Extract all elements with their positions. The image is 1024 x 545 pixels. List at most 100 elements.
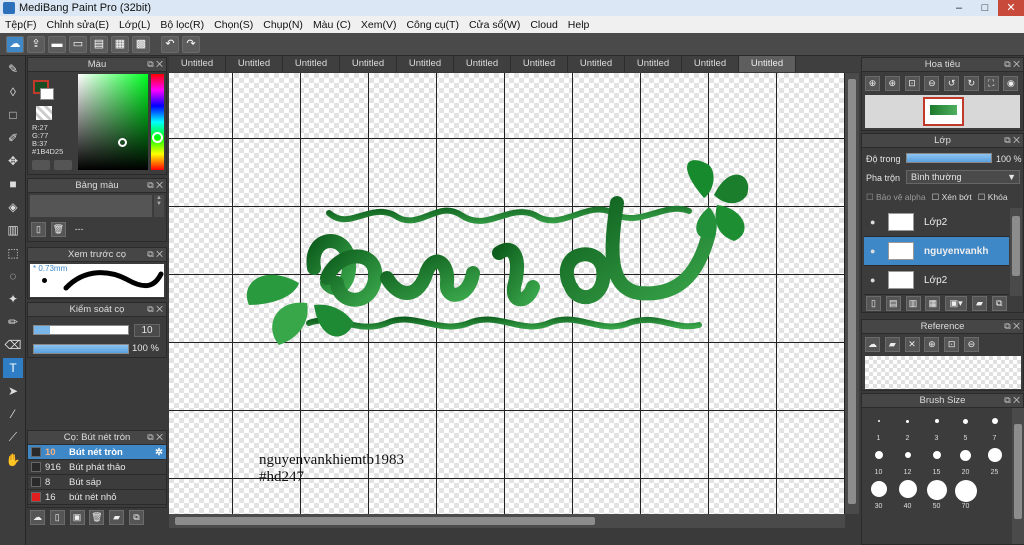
brush-list-item[interactable]: 8 Bút sáp bbox=[28, 475, 166, 490]
new-layer-icon[interactable]: ▯ bbox=[866, 296, 881, 311]
comment-icon[interactable]: ▬ bbox=[48, 35, 66, 53]
export-icon[interactable]: ⇪ bbox=[27, 35, 45, 53]
text-tool-icon[interactable]: T bbox=[3, 358, 23, 378]
visibility-eye-icon[interactable]: ● bbox=[870, 246, 882, 256]
hand-tool-icon[interactable]: ✋ bbox=[3, 450, 23, 470]
bucket-tool-icon[interactable]: ◈ bbox=[3, 197, 23, 217]
drawing-canvas[interactable]: nguyenvankhiemtb1983 #hd247 bbox=[169, 73, 845, 514]
brush-size-option[interactable]: 15 bbox=[923, 446, 950, 478]
tab-untitled[interactable]: Untitled bbox=[625, 56, 682, 72]
add-brush-icon[interactable]: ▣ bbox=[69, 510, 85, 525]
fill-rect-tool-icon[interactable]: ■ bbox=[3, 174, 23, 194]
cloud-icon[interactable]: ☁ bbox=[6, 35, 24, 53]
pen-tool-icon[interactable]: ✐ bbox=[3, 128, 23, 148]
brush-size-slider[interactable] bbox=[33, 325, 129, 335]
hue-slider[interactable] bbox=[151, 74, 164, 170]
new-halftone-layer-icon[interactable]: ▤ bbox=[885, 296, 901, 311]
reference-zoom-in-icon[interactable]: ⊕ bbox=[924, 337, 940, 352]
navigator-preview[interactable] bbox=[865, 95, 1020, 128]
new-palette-icon[interactable]: ▯ bbox=[31, 222, 46, 237]
saturation-value-square[interactable] bbox=[78, 74, 148, 170]
menu-tools[interactable]: Công cụ(T) bbox=[401, 19, 464, 31]
fullscreen-icon[interactable]: ⛶ bbox=[983, 76, 999, 91]
color-picker-cursor[interactable] bbox=[118, 138, 127, 147]
hue-cursor[interactable] bbox=[152, 132, 163, 143]
brush-list-item[interactable]: 16 bút nét nhỏ bbox=[28, 490, 166, 505]
undo-icon[interactable]: ↶ bbox=[161, 35, 179, 53]
reference-preview[interactable] bbox=[865, 356, 1021, 389]
page-icon[interactable]: ▤ bbox=[90, 35, 108, 53]
tab-untitled[interactable]: Untitled bbox=[283, 56, 340, 72]
brush-size-option[interactable]: 2 bbox=[894, 412, 921, 444]
tab-untitled[interactable]: Untitled bbox=[226, 56, 283, 72]
brush-size-option[interactable]: 10 bbox=[865, 446, 892, 478]
brush-opacity-slider[interactable] bbox=[33, 344, 129, 354]
brush-size-option[interactable]: 7 bbox=[981, 412, 1008, 444]
color-mode-button[interactable] bbox=[32, 160, 50, 170]
rotate-left-icon[interactable]: ↺ bbox=[944, 76, 960, 91]
duplicate-brush-icon[interactable]: ⧉ bbox=[128, 510, 144, 525]
menu-help[interactable]: Help bbox=[563, 19, 595, 31]
brush-tool-icon[interactable]: ✎ bbox=[3, 59, 23, 79]
layer-opacity-slider[interactable] bbox=[906, 153, 992, 163]
chat-icon[interactable]: ▭ bbox=[69, 35, 87, 53]
new-brush-icon[interactable]: ▯ bbox=[49, 510, 65, 525]
tab-untitled[interactable]: Untitled bbox=[169, 56, 226, 72]
canvas-horizontal-scrollbar[interactable] bbox=[169, 514, 845, 528]
gear-icon[interactable]: ✲ bbox=[155, 447, 163, 458]
tab-untitled[interactable]: Untitled bbox=[682, 56, 739, 72]
menu-select[interactable]: Chọn(S) bbox=[209, 19, 258, 31]
brush-size-option[interactable]: 30 bbox=[865, 480, 892, 512]
tab-untitled[interactable]: Untitled bbox=[340, 56, 397, 72]
grid-page-icon[interactable]: ▦ bbox=[111, 35, 129, 53]
palette-scrollbar[interactable]: ▲ ▼ bbox=[154, 195, 164, 217]
cloud-brush-icon[interactable]: ☁ bbox=[30, 510, 45, 525]
palette-area[interactable] bbox=[30, 195, 152, 217]
lock-checkbox[interactable]: ☐ Khóa bbox=[978, 192, 1008, 203]
menu-window[interactable]: Cửa sổ(W) bbox=[464, 19, 525, 31]
tile-icon[interactable]: ▩ bbox=[132, 35, 150, 53]
menu-color[interactable]: Màu (C) bbox=[308, 19, 356, 31]
layer-item[interactable]: ● nguyenvankh bbox=[864, 237, 1009, 266]
reference-fit-icon[interactable]: ⊡ bbox=[944, 337, 960, 352]
delete-palette-icon[interactable]: 🗑 bbox=[50, 222, 66, 237]
select-eraser-icon[interactable]: ⌫ bbox=[3, 335, 23, 355]
reset-icon[interactable]: ◉ bbox=[1003, 76, 1019, 91]
tab-untitled[interactable]: Untitled bbox=[739, 56, 796, 72]
brush-size-option[interactable]: 25 bbox=[981, 446, 1008, 478]
visibility-eye-icon[interactable]: ● bbox=[870, 275, 882, 285]
magic-wand-icon[interactable]: ✦ bbox=[3, 289, 23, 309]
menu-edit[interactable]: Chỉnh sửa(E) bbox=[42, 19, 114, 31]
reference-close-icon[interactable]: ✕ bbox=[904, 337, 920, 352]
tab-untitled[interactable]: Untitled bbox=[568, 56, 625, 72]
eyedropper-icon[interactable]: ⁄ bbox=[3, 404, 23, 424]
tab-untitled[interactable]: Untitled bbox=[397, 56, 454, 72]
new-8bit-layer-icon[interactable]: ▥ bbox=[905, 296, 921, 311]
brush-size-option[interactable]: 3 bbox=[923, 412, 950, 444]
brush-size-value[interactable]: 10 bbox=[134, 324, 160, 337]
move-tool-icon[interactable]: ✥ bbox=[3, 151, 23, 171]
tab-untitled[interactable]: Untitled bbox=[454, 56, 511, 72]
transparent-swatch[interactable] bbox=[36, 106, 52, 120]
duplicate-layer-icon[interactable]: ⧉ bbox=[991, 296, 1007, 311]
redo-icon[interactable]: ↷ bbox=[182, 35, 200, 53]
eraser-tool-icon[interactable]: ◊ bbox=[3, 82, 23, 102]
brush-list-item[interactable]: 10 Bút nét tròn ✲ bbox=[28, 445, 166, 460]
protect-alpha-checkbox[interactable]: ☐ Bảo vệ alpha bbox=[866, 192, 926, 203]
canvas-vertical-scrollbar[interactable] bbox=[845, 73, 859, 514]
layer-folder-icon[interactable]: ▰ bbox=[971, 296, 987, 311]
menu-filter[interactable]: Bộ lọc(R) bbox=[155, 19, 209, 31]
menu-capture[interactable]: Chụp(N) bbox=[258, 19, 308, 31]
brush-list-item[interactable]: 916 Bút phát thảo bbox=[28, 460, 166, 475]
menu-view[interactable]: Xem(V) bbox=[356, 19, 402, 31]
maximize-button[interactable]: □ bbox=[972, 0, 998, 16]
reference-open-icon[interactable]: ▰ bbox=[884, 337, 900, 352]
layer-list-scrollbar[interactable] bbox=[1010, 208, 1022, 296]
reference-cloud-icon[interactable]: ☁ bbox=[865, 337, 880, 352]
rect-tool-icon[interactable]: □ bbox=[3, 105, 23, 125]
gradient-tool-icon[interactable]: ▥ bbox=[3, 220, 23, 240]
zoom-in2-icon[interactable]: ⊕ bbox=[884, 76, 900, 91]
brush-size-scrollbar[interactable] bbox=[1012, 408, 1024, 544]
brush-size-option[interactable]: 20 bbox=[952, 446, 979, 478]
menu-layer[interactable]: Lớp(L) bbox=[114, 19, 155, 31]
